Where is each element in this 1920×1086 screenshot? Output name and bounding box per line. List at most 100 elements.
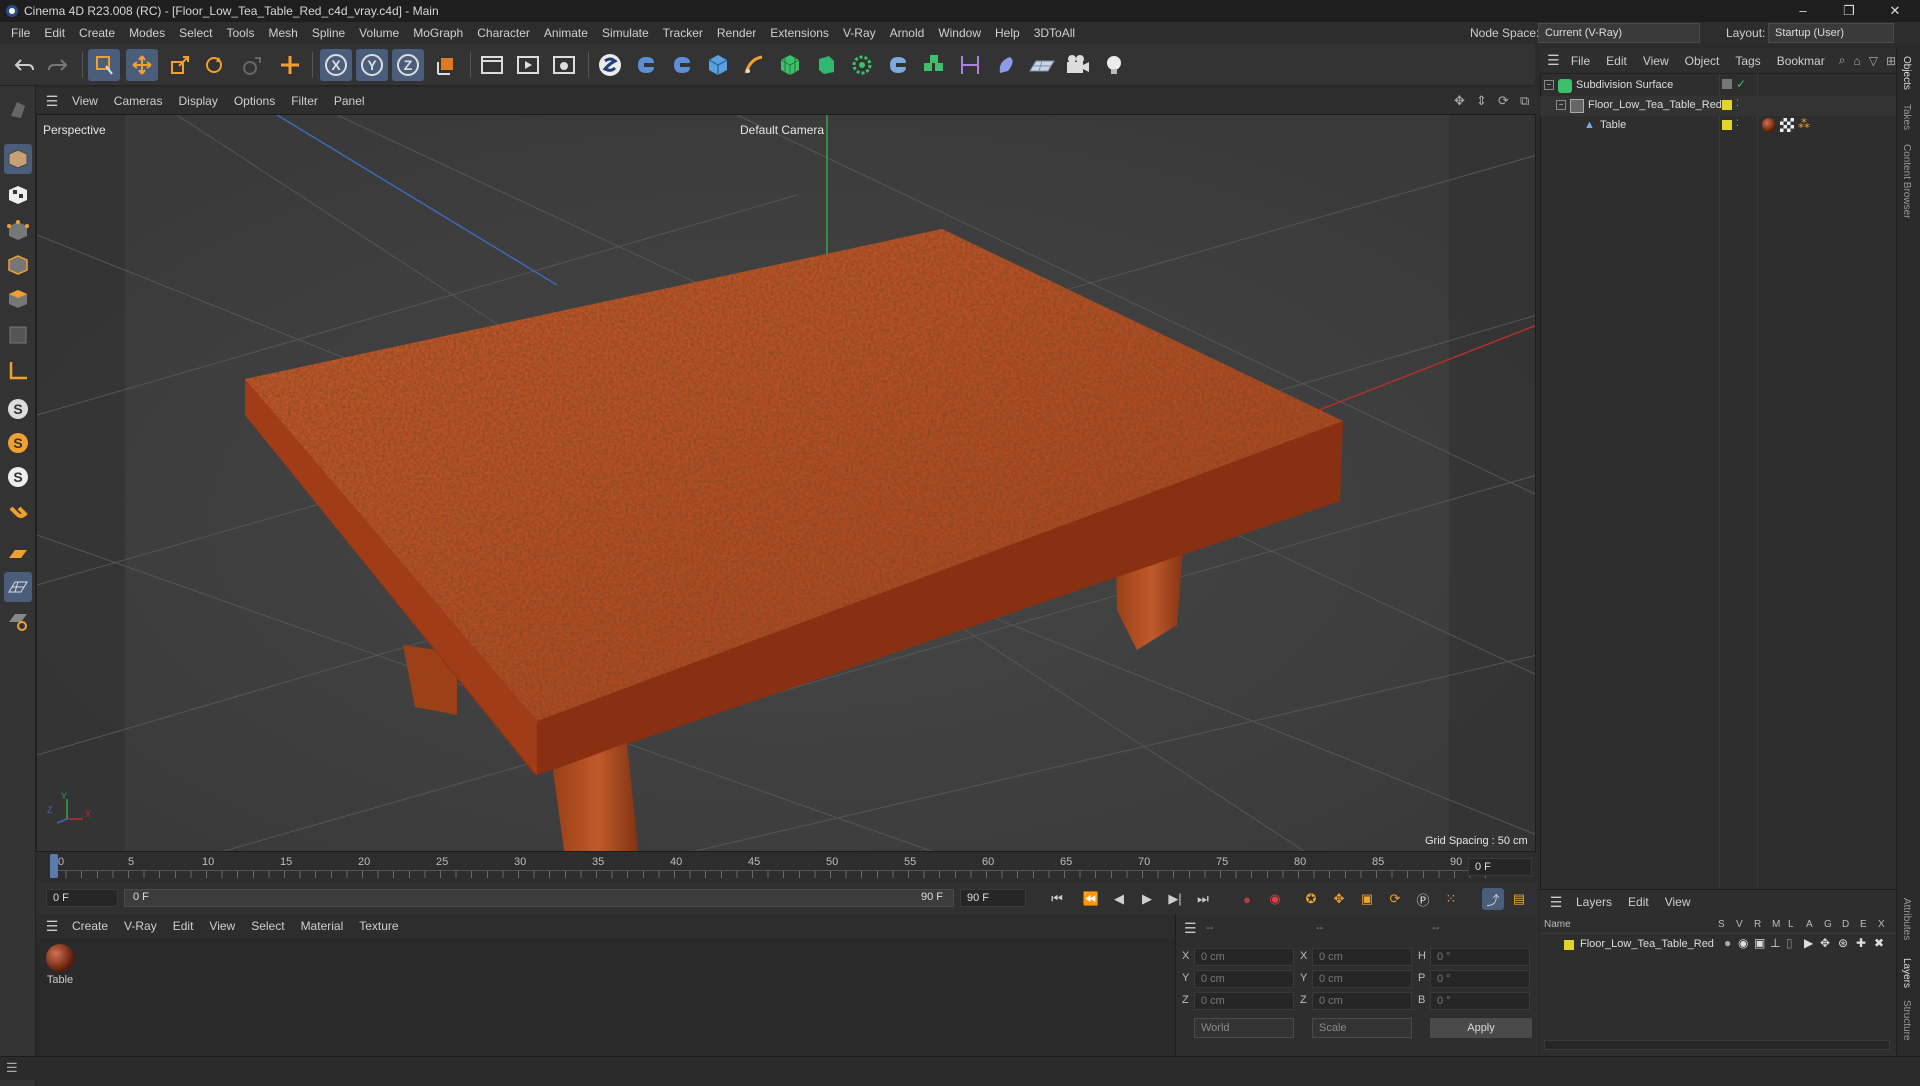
keyframe-selection-icon[interactable]: ✪ bbox=[1300, 888, 1322, 910]
undo-icon[interactable] bbox=[8, 49, 40, 81]
light-object-icon[interactable] bbox=[1098, 49, 1130, 81]
tab-attributes[interactable]: Attributes bbox=[1901, 898, 1912, 940]
mograph-fracture-icon[interactable] bbox=[918, 49, 950, 81]
mograph-cloner-icon[interactable] bbox=[846, 49, 878, 81]
menu-mograph[interactable]: MoGraph bbox=[406, 26, 470, 40]
edge-mode-icon[interactable] bbox=[4, 250, 32, 280]
y-axis-lock-icon[interactable]: Y bbox=[356, 49, 388, 81]
layer-solo-icon[interactable]: ● bbox=[1724, 936, 1731, 950]
layer-color-swatch[interactable] bbox=[1722, 100, 1732, 110]
menu-mesh[interactable]: Mesh bbox=[261, 26, 304, 40]
prev-frame-icon[interactable]: ◀ bbox=[1108, 888, 1130, 910]
create-object-icon[interactable] bbox=[274, 49, 306, 81]
layers-hamburger-icon[interactable]: ☰ bbox=[1544, 894, 1568, 911]
menu-spline[interactable]: Spline bbox=[305, 26, 352, 40]
start-frame-field[interactable]: 0 F bbox=[46, 889, 118, 907]
layer-deformers-icon[interactable]: ⊛ bbox=[1838, 936, 1848, 950]
objects-filter-icon[interactable]: ▽ bbox=[1869, 54, 1878, 68]
polygon-mode-icon[interactable] bbox=[4, 284, 32, 314]
coord-mode-dropdown[interactable]: Scale bbox=[1312, 1018, 1412, 1038]
material-menu-select[interactable]: Select bbox=[243, 919, 292, 933]
material-tag-icon[interactable] bbox=[1762, 118, 1776, 132]
snap-s1-icon[interactable]: S bbox=[4, 394, 32, 424]
layers-menu-edit[interactable]: Edit bbox=[1620, 895, 1657, 909]
menu-extensions[interactable]: Extensions bbox=[763, 26, 836, 40]
prev-key-icon[interactable]: ⏪ bbox=[1080, 888, 1102, 910]
menu-volume[interactable]: Volume bbox=[352, 26, 406, 40]
visibility-dots-icon[interactable]: ⁚ bbox=[1736, 98, 1739, 109]
rotation-h-field[interactable]: 0 ° bbox=[1430, 948, 1530, 966]
render-picture-viewer-icon[interactable] bbox=[512, 49, 544, 81]
camera-object-icon[interactable] bbox=[1062, 49, 1094, 81]
key-scale-icon[interactable]: ▣ bbox=[1356, 888, 1378, 910]
rotation-b-field[interactable]: 0 ° bbox=[1430, 992, 1530, 1010]
tab-structure[interactable]: Structure bbox=[1901, 1000, 1912, 1041]
viewport-menu-display[interactable]: Display bbox=[170, 94, 225, 108]
grid-snap-icon[interactable] bbox=[4, 572, 32, 602]
menu-arnold[interactable]: Arnold bbox=[883, 26, 932, 40]
menu-file[interactable]: File bbox=[4, 26, 37, 40]
camera-label[interactable]: Default Camera bbox=[740, 123, 824, 137]
deformer-icon[interactable] bbox=[990, 49, 1022, 81]
layers-scrollbar[interactable] bbox=[1544, 1040, 1890, 1050]
material-menu-view[interactable]: View bbox=[201, 919, 243, 933]
python-script-2-icon[interactable] bbox=[666, 49, 698, 81]
hamburger-icon[interactable]: ☰ bbox=[40, 93, 64, 110]
position-y-field[interactable]: 0 cm bbox=[1194, 970, 1294, 988]
live-selection-icon[interactable] bbox=[88, 49, 120, 81]
viewport-menu-filter[interactable]: Filter bbox=[283, 94, 326, 108]
render-settings-icon[interactable] bbox=[548, 49, 580, 81]
workplane-icon[interactable] bbox=[4, 538, 32, 568]
size-x-field[interactable]: 0 cm bbox=[1312, 948, 1412, 966]
menu-character[interactable]: Character bbox=[470, 26, 537, 40]
layout-dropdown[interactable]: Startup (User) bbox=[1768, 23, 1894, 43]
move-tool-icon[interactable] bbox=[126, 49, 158, 81]
nodespace-dropdown[interactable]: Current (V-Ray) bbox=[1538, 23, 1700, 43]
floor-object-icon[interactable] bbox=[1026, 49, 1058, 81]
menu-render[interactable]: Render bbox=[710, 26, 763, 40]
rotate-tool-icon[interactable] bbox=[198, 49, 230, 81]
key-rotation-icon[interactable]: ⟳ bbox=[1384, 888, 1406, 910]
menu-vray[interactable]: V-Ray bbox=[836, 26, 883, 40]
layer-color-swatch[interactable] bbox=[1722, 79, 1732, 89]
objects-home-icon[interactable]: ⌂ bbox=[1853, 54, 1860, 68]
key-pla-icon[interactable]: ⁙ bbox=[1440, 888, 1462, 910]
extrude-icon[interactable] bbox=[810, 49, 842, 81]
layer-lock-icon[interactable]: ▯ bbox=[1786, 936, 1793, 950]
tab-objects[interactable]: Objects bbox=[1901, 56, 1912, 90]
recent-tools-icon[interactable] bbox=[236, 49, 268, 81]
make-editable-icon[interactable] bbox=[4, 94, 32, 124]
coordinate-system-icon[interactable] bbox=[430, 49, 462, 81]
point-mode-icon[interactable] bbox=[4, 216, 32, 246]
collapse-icon[interactable]: − bbox=[1544, 80, 1554, 90]
menu-select[interactable]: Select bbox=[172, 26, 219, 40]
viewport-menu-cameras[interactable]: Cameras bbox=[106, 94, 171, 108]
layer-color-swatch[interactable] bbox=[1722, 120, 1732, 130]
material-menu-edit[interactable]: Edit bbox=[165, 919, 202, 933]
interpolation-icon[interactable]: ⤴ bbox=[1482, 888, 1504, 910]
timeline-ruler[interactable]: 0 5 10 15 20 25 30 35 40 45 50 55 60 65 … bbox=[36, 852, 1538, 882]
size-y-field[interactable]: 0 cm bbox=[1312, 970, 1412, 988]
go-to-end-icon[interactable]: ⏭ bbox=[1192, 888, 1214, 910]
objects-new-window-icon[interactable]: ⊞ bbox=[1886, 54, 1896, 68]
collapse-icon[interactable]: − bbox=[1556, 100, 1566, 110]
tab-content-browser[interactable]: Content Browser bbox=[1901, 144, 1912, 218]
viewport-maximize-icon[interactable]: ⧉ bbox=[1520, 93, 1529, 109]
vray-logo-icon[interactable] bbox=[594, 49, 626, 81]
object-row-subdivision[interactable]: − Subdivision Surface ✓ bbox=[1540, 76, 1896, 96]
tab-layers[interactable]: Layers bbox=[1901, 958, 1912, 988]
tab-takes[interactable]: Takes bbox=[1901, 104, 1912, 130]
menu-simulate[interactable]: Simulate bbox=[595, 26, 656, 40]
scale-tool-icon[interactable] bbox=[164, 49, 196, 81]
measure-tool-icon[interactable] bbox=[954, 49, 986, 81]
rotation-p-field[interactable]: 0 ° bbox=[1430, 970, 1530, 988]
layer-animation-icon[interactable]: ▶ bbox=[1804, 936, 1813, 950]
menu-tools[interactable]: Tools bbox=[219, 26, 261, 40]
object-row-table[interactable]: ▲ Table ⁚ ⁂ bbox=[1540, 116, 1896, 136]
menu-tracker[interactable]: Tracker bbox=[656, 26, 710, 40]
viewport-zoom-icon[interactable]: ⇕ bbox=[1476, 93, 1487, 109]
coords-hamburger-icon[interactable]: ☰ bbox=[1184, 920, 1197, 937]
viewport-menu-panel[interactable]: Panel bbox=[326, 94, 373, 108]
objects-search-icon[interactable]: ⌕ bbox=[1839, 53, 1846, 68]
position-z-field[interactable]: 0 cm bbox=[1194, 992, 1294, 1010]
